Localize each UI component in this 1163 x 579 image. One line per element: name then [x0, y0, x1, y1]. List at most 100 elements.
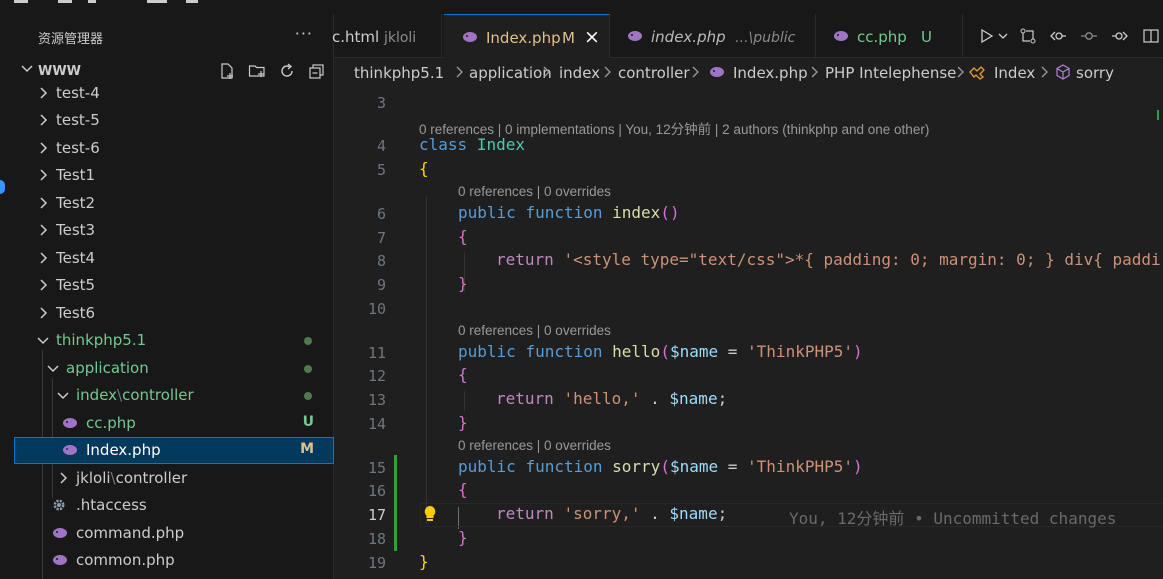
- breadcrumb-item[interactable]: index: [559, 64, 600, 82]
- next-change-icon[interactable]: [1107, 23, 1132, 49]
- code-line-9: }: [458, 274, 468, 293]
- code-line-15: public function sorry($name = 'ThinkPHP5…: [458, 457, 863, 476]
- breadcrumb-item[interactable]: Index: [994, 64, 1035, 82]
- codelens-index[interactable]: 0 references | 0 overrides: [458, 184, 611, 199]
- chevron-right-icon: [1039, 65, 1049, 83]
- function-name: index: [612, 203, 661, 222]
- chevron-down-icon[interactable]: [998, 23, 1009, 49]
- tab-c-html[interactable]: c.html jkloli: [332, 14, 442, 58]
- explorer-actions: [216, 60, 328, 82]
- keyword: class: [419, 135, 468, 154]
- tree-folder-application[interactable]: application: [14, 355, 334, 382]
- codelens-hello[interactable]: 0 references | 0 overrides: [458, 323, 611, 338]
- tree-folder-test-6[interactable]: test-6: [14, 135, 334, 162]
- tree-item-label: test-6: [56, 139, 100, 157]
- breadcrumb-item[interactable]: thinkphp5.1: [354, 64, 444, 82]
- tree-file-htaccess[interactable]: .htaccess: [14, 492, 334, 519]
- split-editor-icon[interactable]: [1138, 23, 1163, 49]
- tree-folder-test-4[interactable]: test-4: [14, 80, 334, 107]
- tree-file-index-php[interactable]: Index.php M: [14, 437, 334, 464]
- code-line-19: }: [419, 552, 429, 571]
- tree-item-label-part: controller: [115, 469, 188, 487]
- tab-label: c.html jkloli: [332, 28, 416, 46]
- tree-item-label: Test5: [56, 276, 96, 294]
- chevron-right-icon: [56, 471, 70, 489]
- tree-file-cc-php[interactable]: cc.php U: [14, 410, 334, 437]
- code-line-16: {: [458, 480, 468, 499]
- code-editor[interactable]: 3 4 5 6 7 8 9 10 11 12 13 14 15 16 17 18…: [334, 86, 1163, 579]
- code-line-13: return 'hello,' . $name;: [496, 389, 727, 408]
- tree-item-label: common.php: [76, 551, 175, 569]
- tree-file-command-php[interactable]: command.php: [14, 520, 334, 547]
- tree-file-common-php[interactable]: common.php: [14, 547, 334, 574]
- code-line-12: {: [458, 365, 468, 384]
- tree-folder-Test1[interactable]: Test1: [14, 162, 334, 189]
- tree-item-label: .htaccess: [76, 496, 147, 514]
- tree-folder-Test6[interactable]: Test6: [14, 300, 334, 327]
- chevron-right-icon: [36, 251, 50, 269]
- tab-index-php[interactable]: Index.php M ×: [444, 14, 610, 58]
- tree-folder-Test3[interactable]: Test3: [14, 217, 334, 244]
- tree-folder-jkloli-controller[interactable]: jkloli\controller: [14, 465, 334, 492]
- breadcrumb-item[interactable]: controller: [618, 64, 690, 82]
- tree-item-label: application: [66, 359, 149, 377]
- tree-item-label: test-4: [56, 84, 100, 102]
- new-folder-icon[interactable]: [246, 60, 268, 82]
- collapse-all-icon[interactable]: [306, 60, 328, 82]
- tree-item-label-part: index: [76, 386, 118, 404]
- git-commit-icon[interactable]: [1077, 23, 1102, 49]
- tree-folder-index-controller[interactable]: index\controller: [14, 382, 334, 409]
- line-number: 11: [367, 344, 386, 362]
- refresh-icon[interactable]: [276, 60, 298, 82]
- tree-folder-Test4[interactable]: Test4: [14, 245, 334, 272]
- chevron-right-icon: [36, 278, 50, 296]
- tree-item-label: Test4: [56, 249, 96, 267]
- codelens-sorry[interactable]: 0 references | 0 overrides: [458, 438, 611, 453]
- tab-cc-php[interactable]: cc.php U: [817, 14, 963, 58]
- breadcrumb: thinkphp5.1 application index controller…: [334, 58, 1163, 86]
- variable: $name: [669, 342, 719, 361]
- code-line-11: public function hello($name = 'ThinkPHP5…: [458, 342, 863, 361]
- string-literal: 'ThinkPHP5': [747, 342, 853, 361]
- breadcrumb-item[interactable]: PHP Intelephense: [825, 64, 956, 82]
- keyword: function: [525, 457, 603, 476]
- tree-item-label: Index.php: [86, 441, 161, 459]
- variable: $name: [669, 457, 719, 476]
- tree-folder-Test2[interactable]: Test2: [14, 190, 334, 217]
- breadcrumb-item[interactable]: Index.php: [733, 64, 808, 82]
- chevron-right-icon: [36, 141, 50, 159]
- paren-open: (: [660, 342, 670, 361]
- more-actions-button[interactable]: ···: [295, 24, 313, 43]
- tree-folder-test-5[interactable]: test-5: [14, 107, 334, 134]
- overview-ruler-mark: [1157, 110, 1159, 120]
- previous-change-icon[interactable]: [1046, 23, 1071, 49]
- tab-public-index-php[interactable]: index.php ...\public: [611, 14, 816, 58]
- lightbulb-icon[interactable]: [422, 504, 438, 528]
- code-line-6: public function index(): [458, 203, 680, 222]
- tree-item-label: thinkphp5.1: [56, 331, 147, 349]
- keyword: return: [496, 389, 554, 408]
- tree-folder-thinkphp[interactable]: thinkphp5.1: [14, 327, 334, 354]
- run-icon[interactable]: [975, 23, 1000, 49]
- function-name: hello: [612, 342, 661, 361]
- close-icon[interactable]: ×: [584, 26, 600, 48]
- chevron-right-icon: [36, 196, 50, 214]
- tab-modified-badge: M: [562, 29, 575, 47]
- git-badge-modified: M: [300, 441, 314, 457]
- new-file-icon[interactable]: [216, 60, 238, 82]
- string-literal: '<style type="text/css">*{ padding: 0; m…: [563, 250, 1161, 269]
- paren-open: (: [660, 457, 670, 476]
- breadcrumb-item[interactable]: application: [469, 64, 552, 82]
- paren-close: ): [853, 342, 863, 361]
- git-status-dot: [304, 392, 312, 400]
- line-number: 10: [367, 300, 386, 318]
- tab-description: ...\public: [735, 30, 796, 46]
- tree-item-label: jkloli\controller: [76, 469, 187, 487]
- method-symbol-icon: [1055, 64, 1071, 84]
- keyword: return: [496, 250, 554, 269]
- keyword: public: [458, 457, 516, 476]
- compare-changes-icon[interactable]: [1015, 23, 1040, 49]
- code-line-8: return '<style type="text/css">*{ paddin…: [496, 250, 1161, 269]
- breadcrumb-item[interactable]: sorry: [1076, 64, 1114, 82]
- tree-folder-Test5[interactable]: Test5: [14, 272, 334, 299]
